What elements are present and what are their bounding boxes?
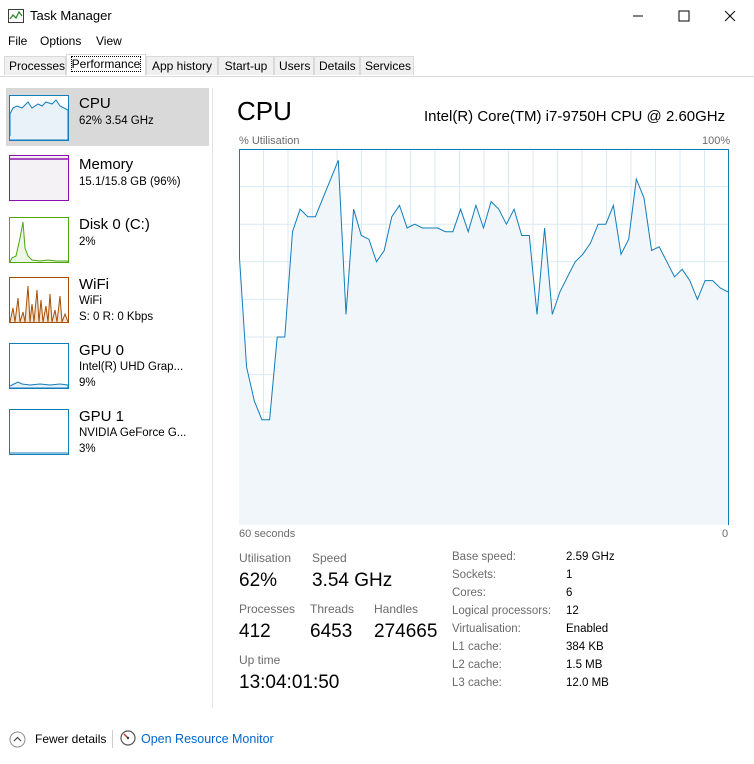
sidebar-gpu1-title: GPU 1 xyxy=(79,408,125,425)
sidebar-gpu0-value: 9% xyxy=(79,377,96,389)
spec-virtualisation-label: Virtualisation: xyxy=(452,623,521,635)
tab-processes-label: Processes xyxy=(9,59,66,73)
memory-thumbnail-graph xyxy=(10,158,68,200)
footer-divider xyxy=(112,730,113,748)
pane-splitter[interactable] xyxy=(212,88,213,708)
fewer-details-button[interactable]: Fewer details xyxy=(35,732,106,746)
utilisation-value: 62% xyxy=(239,570,278,591)
sidebar-wifi-title: WiFi xyxy=(79,276,109,293)
sidebar-gpu0-name: Intel(R) UHD Grap... xyxy=(79,361,184,373)
page-title: CPU xyxy=(237,96,292,126)
processes-value: 412 xyxy=(239,621,271,642)
tab-details-label: Details xyxy=(319,59,356,73)
memory-thumbnail xyxy=(9,155,69,201)
gpu0-thumbnail-graph xyxy=(9,381,69,389)
task-manager-icon xyxy=(8,9,24,23)
spec-l3-cache-label: L3 cache: xyxy=(452,677,502,689)
spec-l2-cache-value: 1.5 MB xyxy=(566,659,603,671)
tab-users-label: Users xyxy=(279,59,311,73)
window-title: Task Manager xyxy=(30,8,112,23)
spec-cores-value: 6 xyxy=(566,587,573,599)
sidebar-disk-title: Disk 0 (C:) xyxy=(79,216,150,233)
spec-base-speed-value: 2.59 GHz xyxy=(566,551,615,563)
disk-thumbnail xyxy=(9,217,69,263)
sidebar-memory-value: 15.1/15.8 GB (96%) xyxy=(79,176,181,188)
tab-app-history[interactable]: App history xyxy=(146,56,218,75)
open-resource-monitor-link[interactable]: Open Resource Monitor xyxy=(141,732,274,746)
cpu-thumbnail xyxy=(9,95,69,141)
maximize-button[interactable] xyxy=(661,0,707,32)
minimize-button[interactable] xyxy=(615,0,661,32)
spec-base-speed-label: Base speed: xyxy=(452,551,516,563)
tab-users[interactable]: Users xyxy=(274,56,314,75)
sidebar-cpu-value: 62% 3.54 GHz xyxy=(79,115,154,127)
handles-value: 274665 xyxy=(374,621,438,642)
tab-app-history-label: App history xyxy=(151,59,213,73)
sidebar-wifi-adapter: WiFi xyxy=(79,295,102,307)
spec-logical-processors-label: Logical processors: xyxy=(452,605,552,617)
tab-details[interactable]: Details xyxy=(314,56,360,75)
sidebar-gpu1-name: NVIDIA GeForce G... xyxy=(79,427,187,439)
graph-y-max: 100% xyxy=(702,135,731,147)
footer xyxy=(0,718,754,764)
spec-l2-cache-label: L2 cache: xyxy=(452,659,502,671)
sidebar-memory-title: Memory xyxy=(79,156,134,173)
resource-monitor-icon xyxy=(120,730,136,746)
spec-l1-cache-value: 384 KB xyxy=(566,641,604,653)
spec-sockets-label: Sockets: xyxy=(452,569,497,581)
close-button[interactable] xyxy=(707,0,753,32)
graph-x-label: 60 seconds xyxy=(239,528,296,540)
disk-thumbnail-graph xyxy=(9,221,69,263)
utilisation-label: Utilisation xyxy=(239,551,292,565)
graph-y-label: % Utilisation xyxy=(239,135,300,147)
handles-label: Handles xyxy=(374,602,419,616)
sidebar-disk-value: 2% xyxy=(79,236,96,248)
spec-virtualisation-value: Enabled xyxy=(566,623,609,635)
spec-sockets-value: 1 xyxy=(566,569,573,581)
threads-label: Threads xyxy=(310,602,355,616)
spec-l3-cache-value: 12.0 MB xyxy=(566,677,609,689)
wifi-thumbnail xyxy=(9,277,69,323)
tab-services-label: Services xyxy=(365,59,412,73)
tab-processes[interactable]: Processes xyxy=(4,56,66,75)
cpu-thumbnail-graph xyxy=(9,99,69,141)
tab-services[interactable]: Services xyxy=(360,56,414,75)
uptime-value: 13:04:01:50 xyxy=(239,672,340,693)
cpu-utilisation-graph xyxy=(239,149,729,525)
sidebar-gpu0-title: GPU 0 xyxy=(79,342,125,359)
collapse-up-icon[interactable] xyxy=(9,731,26,748)
menu-file[interactable]: File xyxy=(8,34,27,48)
gpu1-thumbnail xyxy=(9,409,69,455)
menu-view[interactable]: View xyxy=(96,34,122,48)
processes-label: Processes xyxy=(239,602,296,616)
speed-value: 3.54 GHz xyxy=(312,570,393,591)
graph-x-zero: 0 xyxy=(722,528,729,540)
gpu0-thumbnail xyxy=(9,343,69,389)
sidebar-gpu1-value: 3% xyxy=(79,443,96,455)
cpu-model: Intel(R) Core(TM) i7-9750H CPU @ 2.60GHz xyxy=(424,108,726,125)
spec-cores-label: Cores: xyxy=(452,587,486,599)
maximize-icon xyxy=(678,10,690,22)
spec-logical-processors-value: 12 xyxy=(566,605,579,617)
speed-label: Speed xyxy=(312,551,347,565)
tab-performance-label: Performance xyxy=(70,56,142,72)
tab-start-up[interactable]: Start-up xyxy=(218,56,274,75)
menu-options[interactable]: Options xyxy=(40,34,81,48)
minimize-icon xyxy=(633,15,643,17)
uptime-label: Up time xyxy=(239,653,281,667)
sidebar-cpu-title: CPU xyxy=(79,95,111,112)
wifi-thumbnail-graph xyxy=(9,285,69,323)
sidebar-wifi-throughput: S: 0 R: 0 Kbps xyxy=(79,311,154,323)
close-icon xyxy=(724,10,736,22)
threads-value: 6453 xyxy=(310,621,353,642)
spec-l1-cache-label: L1 cache: xyxy=(452,641,502,653)
tab-performance[interactable]: Performance xyxy=(66,54,146,76)
tab-start-up-label: Start-up xyxy=(224,59,268,73)
gpu1-thumbnail-graph xyxy=(10,452,68,454)
